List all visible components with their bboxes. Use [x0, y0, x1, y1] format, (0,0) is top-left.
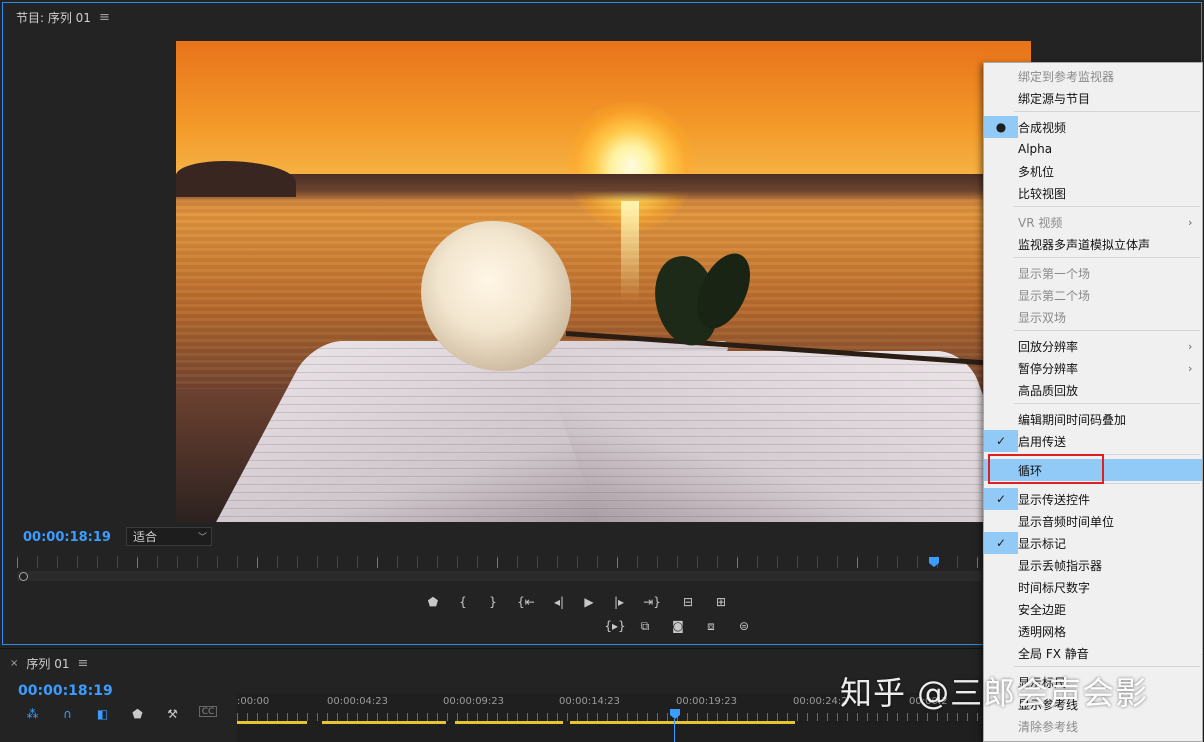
checkmark-icon: ✓ [984, 488, 1018, 510]
sequence-tab[interactable]: × 序列 01 ≡ [10, 655, 88, 672]
transport-row-1: ⬟ { } {⇤ ◂| ▶ |▸ ⇥} ⊟ ⊞ [418, 593, 736, 611]
menu-item-alpha[interactable]: Alpha [984, 138, 1202, 160]
loop-icon[interactable]: ⧉ [630, 617, 660, 635]
play-in-to-out-icon[interactable]: {▸} [600, 617, 630, 635]
work-area-bar[interactable] [570, 721, 795, 724]
zoom-fit-value: 适合 [133, 530, 158, 544]
tick-label: 00:00:14:23 [559, 696, 621, 707]
menu-item-multicam[interactable]: 多机位 [984, 160, 1202, 182]
video-preview [176, 41, 1031, 522]
work-area-bar[interactable] [237, 721, 307, 724]
step-forward-icon[interactable]: |▸ [604, 593, 634, 611]
chevron-right-icon: › [1188, 361, 1193, 375]
close-icon[interactable]: × [10, 658, 18, 669]
menu-item-high-quality-playback[interactable]: 高品质回放 [984, 379, 1202, 401]
shoreline [176, 161, 296, 197]
zoom-fit-select[interactable]: 适合 ﹀ [126, 527, 212, 546]
radio-dot-icon: ● [984, 116, 1018, 138]
extract-icon[interactable]: ⊞ [706, 593, 736, 611]
checkmark-icon: ✓ [984, 532, 1018, 554]
menu-item-composite-video[interactable]: ● 合成视频 [984, 116, 1202, 138]
tick-label: 00:00:04:23 [327, 696, 389, 707]
play-icon[interactable]: ▶ [574, 593, 604, 611]
sequence-timecode[interactable]: 00:00:18:19 [18, 683, 113, 699]
export-frame-icon[interactable]: ◙ [660, 617, 696, 635]
captions-icon[interactable]: CC [199, 706, 217, 717]
panel-menu-icon[interactable]: ≡ [99, 10, 110, 25]
menu-item-show-transport-controls[interactable]: ✓ 显示传送控件 [984, 488, 1202, 510]
linked-selection-icon[interactable]: ◧ [86, 706, 119, 722]
mark-out-icon[interactable]: } [478, 593, 508, 611]
menu-item-transparency-grid[interactable]: 透明网格 [984, 620, 1202, 642]
comparison-icon[interactable]: ⧈ [696, 617, 726, 635]
mark-in-icon[interactable]: { [448, 593, 478, 611]
go-to-out-icon[interactable]: ⇥} [634, 593, 670, 611]
menu-item-multichannel-stereo[interactable]: 监视器多声道模拟立体声 [984, 233, 1202, 255]
book-right-page [536, 351, 1031, 522]
annotation-highlight-box [988, 454, 1104, 484]
menu-item-paused-resolution[interactable]: 暂停分辨率 › [984, 357, 1202, 379]
marker-icon[interactable]: ⬟ [418, 593, 448, 611]
menu-item-both-fields[interactable]: 显示双场 [984, 306, 1202, 328]
menu-item-bind-source-program[interactable]: 绑定源与节目 [984, 87, 1202, 109]
playhead-timecode[interactable]: 00:00:18:19 [23, 530, 111, 545]
work-area-bar[interactable] [322, 721, 446, 724]
premiere-window: 节目: 序列 01 ≡ 00:00:18:19 适合 ﹀ ⬟ {} {⇤ ◂|… [0, 0, 1204, 742]
tick-label: :00:00 [237, 696, 270, 707]
nest-icon[interactable]: ⁂ [16, 706, 49, 722]
lift-icon[interactable]: ⊟ [670, 593, 706, 611]
step-back-icon[interactable]: ◂| [544, 593, 574, 611]
timeline-playhead-line [674, 719, 675, 742]
go-to-in-icon[interactable]: {⇤ [508, 593, 544, 611]
program-monitor-title: 节目: 序列 01 [16, 10, 91, 25]
tick-label: 00:00:09:23 [443, 696, 505, 707]
monitor-context-menu: 绑定到参考监视器 绑定源与节目 ● 合成视频 Alpha 多机位 比较视图 VR … [983, 62, 1203, 742]
snap-magnet-icon[interactable]: ∩ [51, 706, 84, 722]
transport-row-2: {▸} ⧉ ◙ ⧈ ⊜ [600, 617, 762, 635]
menu-item-second-field[interactable]: 显示第二个场 [984, 284, 1202, 306]
chevron-down-icon: ﹀ [197, 533, 207, 543]
monitor-time-ruler-major [17, 558, 982, 568]
horizon [176, 174, 1031, 202]
watermark-text: 知乎 @三郎会声会影 [840, 674, 1149, 712]
zoom-scrollbar-handle[interactable] [19, 572, 28, 581]
menu-item-dropped-frame-indicator[interactable]: 显示丢帧指示器 [984, 554, 1202, 576]
chevron-right-icon: › [1188, 339, 1193, 353]
menu-item-playback-resolution[interactable]: 回放分辨率 › [984, 335, 1202, 357]
timeline-tools: ⁂ ∩ ◧ ⬟ ⚒ CC [16, 706, 217, 722]
tick-label: 00:00:19:23 [676, 696, 738, 707]
chevron-right-icon: › [1188, 215, 1193, 229]
menu-item-enable-transmit[interactable]: ✓ 启用传送 [984, 430, 1202, 452]
menu-item-safe-margins[interactable]: 安全边距 [984, 598, 1202, 620]
menu-item-vr-video[interactable]: VR 视频 › [984, 211, 1202, 233]
menu-item-time-ruler-numbers[interactable]: 时间标尺数字 [984, 576, 1202, 598]
vr-icon[interactable]: ⊜ [726, 617, 762, 635]
sequence-title: 序列 01 [26, 657, 70, 671]
sun-reflection [621, 201, 639, 301]
checkmark-icon: ✓ [984, 430, 1018, 452]
menu-item-timecode-overlay[interactable]: 编辑期间时间码叠加 [984, 408, 1202, 430]
menu-item-clear-guides[interactable]: 清除参考线 [984, 715, 1202, 737]
menu-item-global-fx-mute[interactable]: 全局 FX 静音 [984, 642, 1202, 664]
add-marker-icon[interactable]: ⬟ [121, 706, 154, 722]
wrench-icon[interactable]: ⚒ [156, 706, 189, 722]
menu-item-show-markers[interactable]: ✓ 显示标记 [984, 532, 1202, 554]
menu-item-audio-time-units[interactable]: 显示音频时间单位 [984, 510, 1202, 532]
work-area-bar[interactable] [455, 721, 563, 724]
menu-item-bind-reference[interactable]: 绑定到参考监视器 [984, 65, 1202, 87]
menu-item-compare-view[interactable]: 比较视图 [984, 182, 1202, 204]
zoom-scrollbar[interactable] [17, 571, 982, 581]
menu-item-first-field[interactable]: 显示第一个场 [984, 262, 1202, 284]
program-monitor-tab[interactable]: 节目: 序列 01 ≡ [16, 7, 110, 27]
panel-menu-icon[interactable]: ≡ [77, 656, 88, 671]
